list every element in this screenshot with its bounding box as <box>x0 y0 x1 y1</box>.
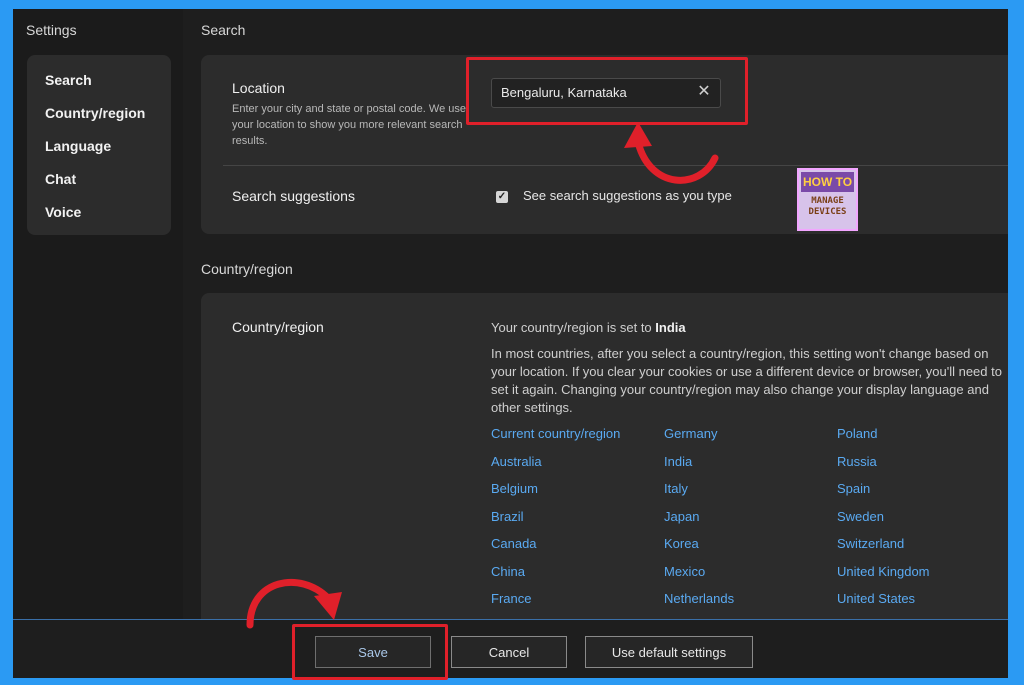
country-link[interactable]: Belgium <box>491 481 538 496</box>
logo-text-top: HOW TO <box>801 172 854 192</box>
location-description: Enter your city and state or postal code… <box>232 103 466 147</box>
country-link[interactable]: France <box>491 591 531 606</box>
left-pane: Settings Search Country/region Language … <box>13 9 183 619</box>
logo-text-bottom: MANAGE DEVICES <box>808 196 847 217</box>
country-link[interactable]: Current country/region <box>491 426 620 441</box>
country-link[interactable]: China <box>491 564 525 579</box>
sidebar-item-search[interactable]: Search <box>45 72 92 88</box>
country-link[interactable]: Canada <box>491 536 537 551</box>
country-link[interactable]: Australia <box>491 454 542 469</box>
country-link[interactable]: Russia <box>837 454 877 469</box>
country-link[interactable]: Netherlands <box>664 591 734 606</box>
footer-bar: Save Cancel Use default settings <box>13 619 1008 678</box>
how-to-manage-devices-logo: HOW TO MANAGE DEVICES <box>797 168 858 231</box>
sidebar-item-chat[interactable]: Chat <box>45 171 76 187</box>
sidebar-item-voice[interactable]: Voice <box>45 204 81 220</box>
search-section-title: Search <box>201 22 246 38</box>
country-section-title: Country/region <box>201 261 293 277</box>
current-country: India <box>655 320 686 335</box>
country-explanation: In most countries, after you select a co… <box>491 346 1002 415</box>
country-link[interactable]: Mexico <box>664 564 705 579</box>
country-status-prefix: Your country/region is set to <box>491 320 656 335</box>
country-info: Your country/region is set to India In m… <box>491 319 1006 417</box>
country-region-label: Country/region <box>232 319 324 335</box>
location-highlight-box <box>466 57 748 125</box>
country-status: Your country/region is set to India <box>491 319 1006 337</box>
country-link[interactable]: Germany <box>664 426 717 441</box>
country-link[interactable]: India <box>664 454 692 469</box>
country-link[interactable]: Switzerland <box>837 536 904 551</box>
cancel-button[interactable]: Cancel <box>451 636 567 668</box>
location-label: Location <box>232 80 285 96</box>
country-link[interactable]: Poland <box>837 426 877 441</box>
use-default-settings-button[interactable]: Use default settings <box>585 636 753 668</box>
search-suggestions-label: Search suggestions <box>232 188 355 204</box>
curved-arrow-icon <box>246 579 342 629</box>
country-link[interactable]: Korea <box>664 536 699 551</box>
country-link[interactable]: Japan <box>664 509 699 524</box>
sidebar-item-language[interactable]: Language <box>45 138 111 154</box>
country-link[interactable]: United States <box>837 591 915 606</box>
settings-title: Settings <box>26 22 77 38</box>
sidebar-nav: Search Country/region Language Chat Voic… <box>27 55 171 235</box>
curved-arrow-icon <box>624 122 719 184</box>
country-link[interactable]: United Kingdom <box>837 564 930 579</box>
country-link[interactable]: Brazil <box>491 509 524 524</box>
search-suggestions-checkbox[interactable]: ✓ <box>496 191 508 203</box>
country-link[interactable]: Spain <box>837 481 870 496</box>
country-link[interactable]: Italy <box>664 481 688 496</box>
sidebar-item-country-region[interactable]: Country/region <box>45 105 145 121</box>
country-link[interactable]: Sweden <box>837 509 884 524</box>
search-suggestions-checkbox-label[interactable]: See search suggestions as you type <box>523 188 732 203</box>
